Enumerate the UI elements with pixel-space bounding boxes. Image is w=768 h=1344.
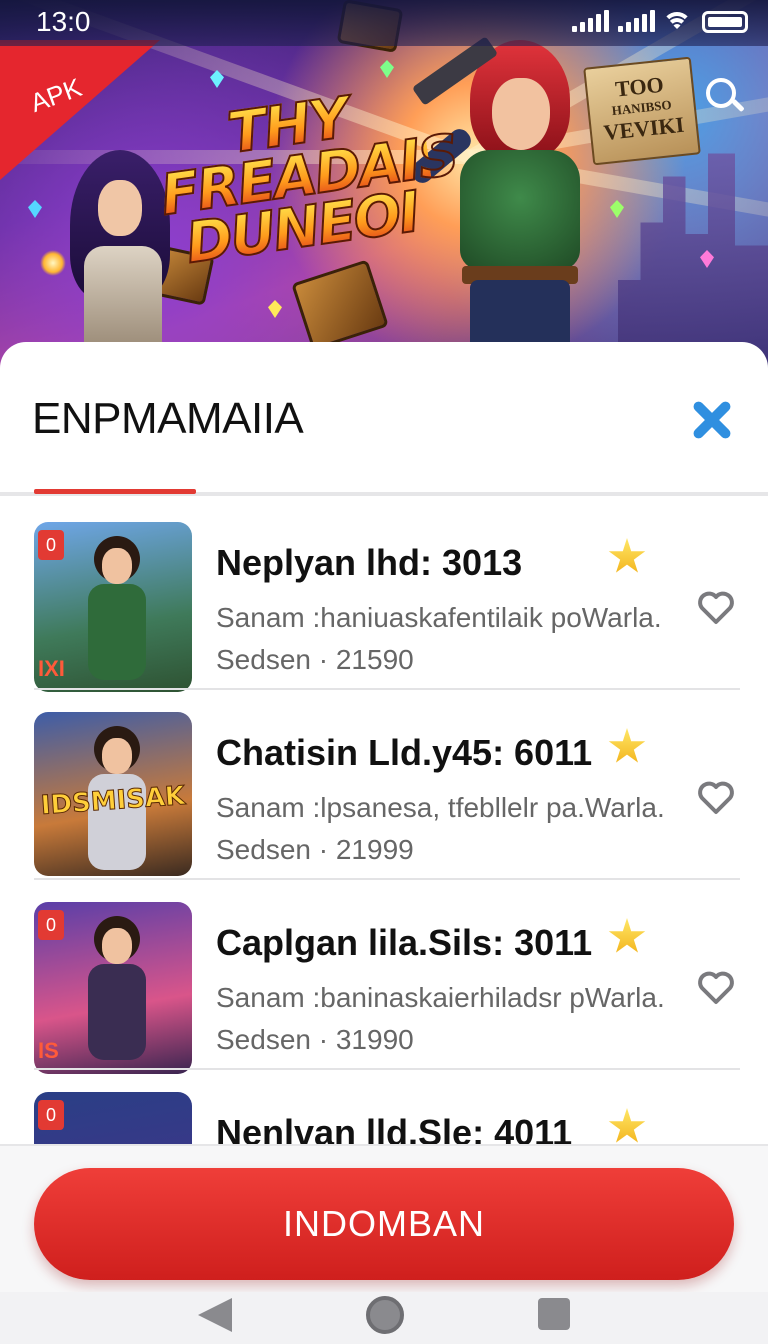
- thumb-logo: IS: [38, 1038, 59, 1063]
- battery-icon: [702, 11, 748, 33]
- sheet-title: ENPMAMAIIA: [32, 394, 304, 443]
- status-time: 13:0: [36, 6, 91, 37]
- star-icon: [608, 728, 646, 763]
- thumb-logo: IXI: [38, 656, 65, 681]
- game-logo: THY FREADAIS DUNEOI: [151, 82, 462, 277]
- signal-icon: [572, 10, 609, 32]
- star-icon: [608, 918, 646, 953]
- castle-silhouette: [618, 153, 768, 372]
- star-icon: [608, 538, 646, 573]
- heart-icon[interactable]: [696, 968, 736, 1008]
- thumb-badge: 0: [38, 1100, 64, 1130]
- bottom-sheet: ENPMAMAIIA 0 IXI Neplyan lhd: 3013 Sanam…: [0, 342, 768, 1144]
- heart-icon[interactable]: [696, 588, 736, 628]
- list-item[interactable]: 0 IS Caplgan lila.Sils: 3011 Sanam :bani…: [0, 878, 768, 1074]
- list-item[interactable]: 0 Nenlvan lld.Sle: 4011: [0, 1068, 768, 1144]
- item-meta: Sedsen · 21590: [216, 644, 414, 675]
- wifi-icon: [662, 10, 692, 34]
- item-meta: Sedsen · 21999: [216, 834, 414, 865]
- game-thumbnail: 0 IXI: [34, 522, 192, 692]
- item-description: Sanam :baninaskaierhiladsr pWarla.: [216, 982, 665, 1013]
- primary-action-button[interactable]: INDOMBAN: [34, 1168, 734, 1280]
- thumb-badge: 0: [38, 530, 64, 560]
- hero-banner: THY FREADAIS DUNEOI TOO HANIBSO VEVIKI A…: [0, 0, 768, 372]
- thumb-art-text: IDSMISAK: [39, 780, 187, 822]
- list-item[interactable]: 0 IXI Neplyan lhd: 3013 Sanam :haniuaska…: [0, 498, 768, 692]
- game-thumbnail: IDSMISAK: [34, 712, 192, 876]
- item-title: Chatisin Lld.y45: 6011: [216, 732, 593, 773]
- item-meta: Sedsen · 31990: [216, 1024, 414, 1055]
- recent-apps-icon[interactable]: [538, 1298, 570, 1330]
- status-bar: 13:0: [0, 0, 768, 46]
- list-item[interactable]: IDSMISAK Chatisin Lld.y45: 6011 Sanam :l…: [0, 688, 768, 878]
- item-title: Caplgan lila.Sils: 3011: [216, 922, 593, 963]
- system-nav-bar: [0, 1292, 768, 1344]
- item-description: Sanam :haniuaskafentilaik poWarla.: [216, 602, 662, 633]
- heart-icon[interactable]: [696, 778, 736, 818]
- game-thumbnail: 0 IS: [34, 902, 192, 1074]
- game-list: 0 IXI Neplyan lhd: 3013 Sanam :haniuaska…: [0, 498, 768, 1144]
- tab-indicator[interactable]: [34, 489, 196, 494]
- wooden-sign: TOO HANIBSO VEVIKI: [583, 56, 701, 166]
- close-icon[interactable]: [686, 394, 738, 446]
- thumb-badge: 0: [38, 910, 64, 940]
- item-description: Sanam :lpsanesa, tfebllelr pa.Warla.: [216, 792, 665, 823]
- home-icon[interactable]: [366, 1296, 404, 1334]
- star-icon: [608, 1108, 646, 1143]
- search-icon[interactable]: [700, 72, 748, 120]
- sheet-header: ENPMAMAIIA: [0, 342, 768, 492]
- game-thumbnail: 0: [34, 1092, 192, 1144]
- back-icon[interactable]: [198, 1298, 232, 1332]
- item-title: Neplyan lhd: 3013: [216, 542, 523, 583]
- item-title: Nenlvan lld.Sle: 4011: [216, 1112, 573, 1144]
- signal-icon: [618, 10, 655, 32]
